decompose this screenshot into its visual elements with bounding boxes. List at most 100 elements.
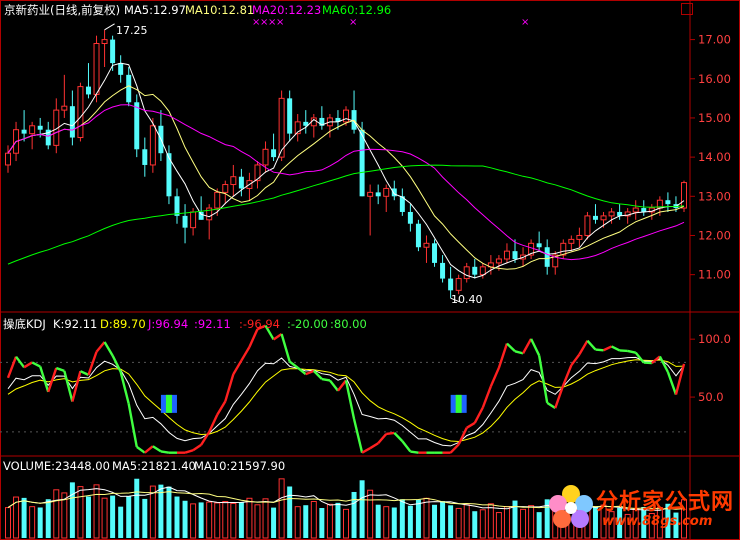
kdj-j-segment [666,371,678,395]
volume-bar [238,502,244,538]
signal-marker: × [521,17,529,28]
volume-title: VOLUME:23448.00 [3,459,110,473]
high-pointer [104,23,115,31]
kdj-tick-label: 100.0 [698,332,731,346]
volume-bar [326,503,333,539]
volume-bar [391,507,397,538]
candle-body [432,243,438,263]
kdj-j-segment [361,447,371,454]
volume-bar [503,506,510,539]
volume-bar [415,499,421,538]
volume-bar [190,503,197,539]
kdj-j-segment [369,442,379,450]
kdj-j-segment [337,379,347,392]
candle-body [190,211,197,229]
kdj-j-segment [136,445,146,454]
kdj-j-segment [248,328,259,348]
candle-body [576,234,583,240]
candle-body [536,243,542,248]
window-corner-button[interactable] [681,3,693,15]
candle-body [61,105,68,111]
kdj-j-segment [87,351,98,376]
price-title: 京新药业(日线,前复权) [4,3,120,17]
candle-body [182,215,188,228]
volume-bar [214,502,221,539]
volume-bar [448,505,454,538]
kdj-j-segment [152,445,162,453]
candle-body [448,278,454,291]
candle-body [21,129,27,134]
candle-body [166,153,172,197]
volume-bar [343,508,349,539]
kdj-j-segment [127,403,138,448]
kdj-j-segment [481,385,492,409]
kdj-value-1: :92.11 [194,317,231,331]
candle-body [423,242,430,248]
candle-body [367,191,374,197]
price-panel[interactable]: 11.00 12.00 13.00 14.00 15.00 16.00 17.00 [5,23,731,303]
volume-bar [110,495,116,538]
high-price-label: 17.25 [116,24,148,37]
volume-bar [536,512,542,538]
candle-body [262,148,269,166]
candle-body [632,207,639,213]
volume-bar [303,505,309,538]
candle-body [69,106,75,138]
ma20-label: MA20:12.23 [252,3,321,17]
volume-bar [230,502,237,539]
candle-body [665,200,671,205]
kdj-j-segment [627,349,636,354]
watermark-brand: 分析家公式网 [596,490,735,515]
volume-bar [472,511,478,538]
candle-body [512,251,518,259]
candle-body [118,63,124,75]
kdj-j-segment [514,350,524,355]
volume-bar [440,501,446,538]
stock-chart[interactable]: 11.00 12.00 13.00 14.00 15.00 16.00 17.00 50.0… [0,0,740,540]
candle-body [495,258,502,264]
kdj-j-segment [55,366,65,373]
volume-bar [351,491,357,538]
kdj-j-segment [160,450,170,454]
candle-body [407,211,413,224]
candle-body [479,266,486,276]
kdj-panel[interactable]: 50.0 100.0 [0,324,731,454]
candle-body [608,211,615,217]
volume-bar [383,506,390,539]
volume-bar [222,500,229,539]
volume-bar [463,504,470,539]
candle-body [592,215,598,220]
candle-body [472,266,478,275]
candle-body [375,192,381,197]
kdj-j-segment [321,377,331,382]
kdj-j-segment [393,432,404,442]
volume-bar [432,504,438,538]
volume-bar [246,497,253,539]
price-tick-label: 15.00 [698,111,731,125]
bottom-signal-marker [165,394,172,413]
volume-bar [77,486,84,539]
kdj-j-segment [473,407,484,424]
kdj-j-segment [224,373,235,402]
candle-body [584,215,591,236]
kdj-j-segment [554,384,565,409]
kdj-k-line [7,356,685,447]
kdj-j-segment [216,400,227,416]
volume-bar [310,500,317,539]
volume-bar [182,500,188,538]
kdj-j-segment [280,333,291,362]
kdj-j-label: J:96.94 [147,317,188,331]
kdj-j-segment [386,431,395,436]
price-tick-label: 12.00 [698,228,731,242]
volume-bar [254,504,261,539]
kdj-j-segment [521,338,533,354]
kdj-j-segment [39,366,50,393]
candle-body [600,215,607,221]
volume-bar [287,486,293,538]
volume-bar [423,497,430,539]
kdj-j-segment [619,349,628,353]
volume-bar [101,497,108,539]
candle-body [149,125,156,166]
price-tick-label: 11.00 [698,268,731,282]
kdj-j-segment [184,449,194,454]
